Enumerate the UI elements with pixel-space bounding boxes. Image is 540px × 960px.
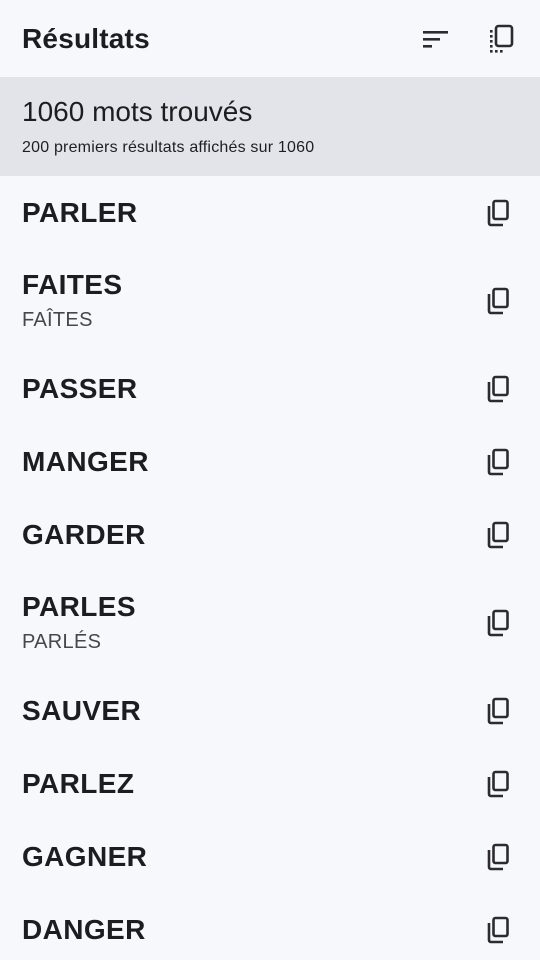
result-row[interactable]: DANGER — [0, 893, 540, 960]
result-text: PASSER — [22, 373, 474, 405]
copy-all-button[interactable] — [478, 15, 526, 63]
result-row[interactable]: MANGER — [0, 425, 540, 498]
result-text: GAGNER — [22, 841, 474, 873]
top-bar-actions — [412, 15, 526, 63]
results-list: PARLER FAITES FAÎTES PASSER MANGER GARDER PARL… — [0, 176, 540, 960]
copy-icon — [487, 287, 509, 314]
copy-word-button[interactable] — [474, 511, 522, 559]
result-text: PARLEZ — [22, 768, 474, 800]
copy-icon — [487, 697, 509, 724]
copy-word-button[interactable] — [474, 833, 522, 881]
top-app-bar: Résultats — [0, 0, 540, 77]
result-text: SAUVER — [22, 695, 474, 727]
copy-word-button[interactable] — [474, 189, 522, 237]
result-variant: FAÎTES — [22, 309, 93, 331]
result-text: GARDER — [22, 519, 474, 551]
result-variant: PARLÉS — [22, 631, 102, 653]
results-summary: 1060 mots trouvés 200 premiers résultats… — [0, 77, 540, 176]
result-row[interactable]: SAUVER — [0, 674, 540, 747]
result-row[interactable]: FAITES FAÎTES — [0, 249, 540, 352]
copy-icon — [487, 916, 509, 943]
page-title: Résultats — [22, 22, 150, 54]
result-row[interactable]: PARLEZ — [0, 747, 540, 820]
copy-word-button[interactable] — [474, 687, 522, 735]
copy-icon — [487, 843, 509, 870]
result-word: PARLER — [22, 196, 138, 228]
results-subtitle: 200 premiers résultats affichés sur 1060 — [22, 139, 315, 156]
sort-icon — [423, 30, 448, 48]
copy-icon — [487, 521, 509, 548]
result-text: DANGER — [22, 914, 474, 946]
result-text: PARLES PARLÉS — [22, 591, 474, 654]
result-row[interactable]: PASSER — [0, 352, 540, 425]
result-word: SAUVER — [22, 694, 142, 726]
result-row[interactable]: PARLER — [0, 176, 540, 249]
copy-icon — [487, 448, 509, 475]
copy-word-button[interactable] — [474, 599, 522, 647]
result-text: FAITES FAÎTES — [22, 269, 474, 332]
results-count: 1060 mots trouvés — [22, 96, 253, 127]
copy-word-button[interactable] — [474, 438, 522, 486]
result-row[interactable]: GAGNER — [0, 820, 540, 893]
result-word: PASSER — [22, 372, 138, 404]
copy-word-button[interactable] — [474, 277, 522, 325]
copy-word-button[interactable] — [474, 906, 522, 954]
result-text: MANGER — [22, 446, 474, 478]
copy-word-button[interactable] — [474, 365, 522, 413]
sort-button[interactable] — [412, 15, 460, 63]
copy-all-icon — [490, 24, 514, 53]
copy-icon — [487, 609, 509, 636]
result-row[interactable]: PARLES PARLÉS — [0, 571, 540, 674]
copy-icon — [487, 770, 509, 797]
copy-icon — [487, 375, 509, 402]
result-word: FAITES — [22, 269, 123, 300]
result-word: GAGNER — [22, 840, 148, 872]
app-screen: Résultats 1060 mots trouvés 200 premiers… — [0, 0, 540, 960]
result-text: PARLER — [22, 197, 474, 229]
result-word: MANGER — [22, 445, 149, 477]
result-word: GARDER — [22, 518, 146, 550]
copy-word-button[interactable] — [474, 760, 522, 808]
result-row[interactable]: GARDER — [0, 498, 540, 571]
result-word: DANGER — [22, 913, 146, 945]
copy-icon — [487, 199, 509, 226]
result-word: PARLES — [22, 591, 136, 622]
result-word: PARLEZ — [22, 767, 135, 799]
